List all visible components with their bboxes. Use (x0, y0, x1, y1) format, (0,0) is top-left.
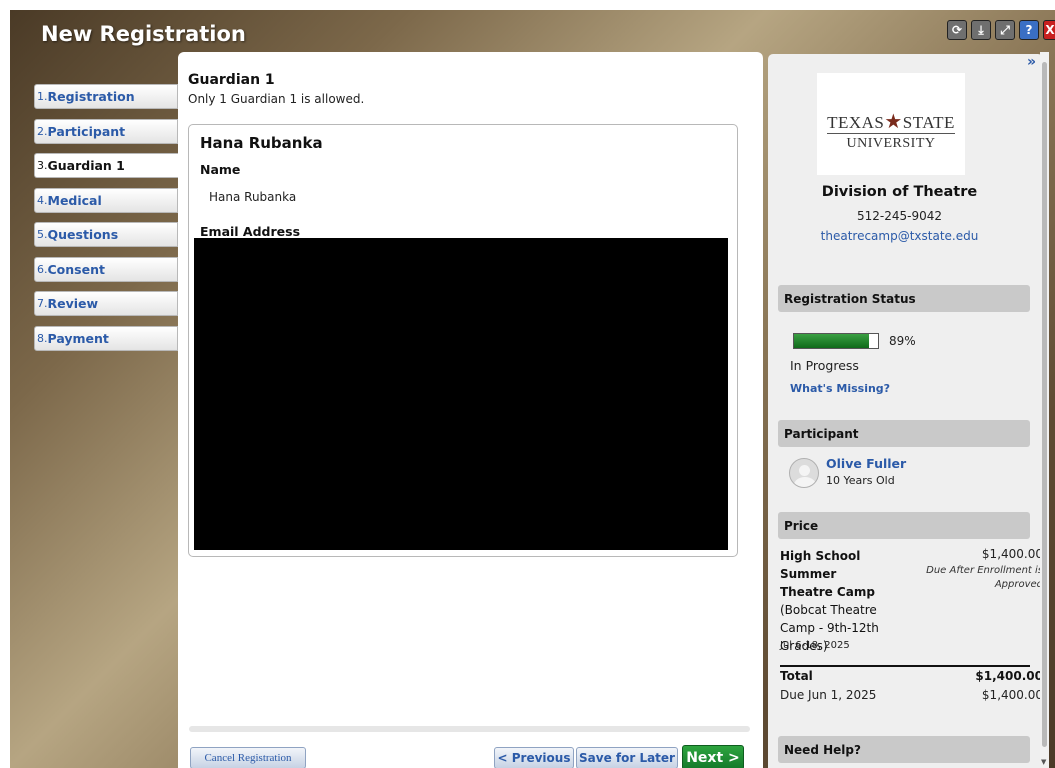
step-label: Questions (47, 227, 119, 242)
step-number: 3. (37, 159, 48, 172)
expand-icon[interactable]: ⤢ (995, 20, 1015, 40)
avatar (789, 458, 819, 488)
step-number: 8. (37, 331, 48, 345)
price-item-note: Due After Enrollment is Approved (926, 565, 1043, 590)
need-help-header: Need Help? (778, 736, 1030, 763)
step-label: Participant (47, 123, 126, 139)
window-title: New Registration (41, 22, 246, 46)
summary-sidebar: TEXAS★STATE UNIVERSITY Division of Theat… (768, 54, 1043, 768)
avatar-head (799, 465, 810, 476)
logo-text-right: STATE (902, 113, 955, 132)
university-logo: TEXAS★STATE UNIVERSITY (817, 73, 965, 175)
progress-bar (793, 333, 879, 349)
price-item-name: High School Summer Theatre Camp (Bobcat … (780, 547, 890, 655)
step-guardian-1[interactable]: 3. Guardian 1 (34, 153, 184, 178)
step-questions[interactable]: 5. Questions (34, 222, 178, 247)
refresh-icon[interactable]: ⟳ (947, 20, 967, 40)
step-number: 7. (37, 297, 48, 310)
department-name: Division of Theatre (821, 184, 978, 200)
step-payment[interactable]: 8. Payment (34, 325, 178, 351)
collapse-sidebar-icon[interactable]: » (1027, 54, 1036, 70)
step-label: Review (47, 296, 99, 311)
next-button[interactable]: Next > (682, 745, 744, 768)
scroll-down-icon[interactable]: ▼ (1041, 758, 1046, 766)
price-item-title: High School Summer Theatre Camp (780, 549, 875, 599)
step-label: Guardian 1 (47, 158, 125, 173)
footer-divider (189, 726, 750, 732)
previous-button[interactable]: < Previous (494, 747, 574, 768)
step-number: 1. (37, 90, 48, 103)
participant-header: Participant (778, 420, 1030, 447)
due-amount: $1,400.00 (981, 688, 1043, 702)
price-item-amount: $1,400.00 (981, 547, 1043, 561)
step-nav: 1. Registration 2. Participant 3. Guardi… (34, 84, 184, 360)
whats-missing-link[interactable]: What's Missing? (790, 382, 890, 395)
save-for-later-button[interactable]: Save for Later (576, 747, 678, 768)
price-item-dates: Jul 6-18, 2025 (780, 640, 850, 651)
name-value: Hana Rubanka (209, 190, 297, 204)
logo-text-left: TEXAS (827, 113, 885, 132)
step-number: 6. (37, 262, 48, 276)
name-label: Name (200, 162, 241, 177)
download-icon[interactable]: ⤓ (971, 20, 991, 40)
step-label: Consent (47, 261, 105, 277)
star-icon: ★ (884, 111, 903, 133)
participant-name-link[interactable]: Olive Fuller (826, 456, 906, 471)
cancel-registration-button[interactable]: Cancel Registration (190, 747, 306, 768)
department-phone: 512-245-9042 (856, 209, 942, 223)
step-participant[interactable]: 2. Participant (34, 118, 178, 144)
total-divider (780, 665, 1030, 667)
price-header: Price (778, 512, 1030, 539)
logo-rule (827, 133, 955, 134)
logo-subtext: UNIVERSITY (846, 136, 936, 151)
redacted-region (194, 238, 728, 550)
progress-fill (794, 334, 869, 348)
section-title: Guardian 1 (188, 72, 275, 88)
email-label: Email Address (200, 224, 301, 239)
sidebar-scrollbar[interactable]: ▼ (1040, 52, 1049, 768)
guardian-card: Hana Rubanka Name Hana Rubanka Email Add… (188, 124, 738, 557)
participant-age: 10 Years Old (826, 474, 895, 487)
step-number: 2. (37, 124, 48, 138)
department-email-link[interactable]: theatrecamp@txstate.edu (768, 229, 1031, 243)
avatar-body (794, 477, 816, 487)
total-label: Total (780, 669, 813, 683)
section-subtitle: Only 1 Guardian 1 is allowed. (188, 92, 365, 106)
main-panel: Guardian 1 Only 1 Guardian 1 is allowed.… (178, 52, 763, 768)
step-consent[interactable]: 6. Consent (34, 256, 178, 282)
step-medical[interactable]: 4. Medical (34, 187, 178, 213)
close-icon[interactable]: X (1043, 20, 1055, 40)
due-date-label: Due Jun 1, 2025 (780, 688, 877, 702)
status-text: In Progress (790, 358, 859, 373)
step-number: 4. (37, 193, 48, 207)
registration-status-header: Registration Status (778, 285, 1030, 312)
step-registration[interactable]: 1. Registration (34, 84, 178, 109)
step-label: Registration (47, 89, 135, 104)
logo-wordmark: TEXAS★STATE (817, 109, 965, 134)
total-amount: $1,400.00 (975, 669, 1043, 683)
window-controls: ⟳ ⤓ ⤢ ? X (947, 20, 1055, 40)
progress-percent: 89% (889, 334, 916, 348)
step-label: Payment (47, 330, 109, 346)
guardian-name-heading: Hana Rubanka (200, 134, 323, 152)
step-label: Medical (47, 192, 102, 208)
help-icon[interactable]: ? (1019, 20, 1039, 40)
step-number: 5. (37, 228, 48, 241)
registration-window: New Registration ⟳ ⤓ ⤢ ? X 1. Registrati… (10, 10, 1055, 768)
scroll-thumb[interactable] (1042, 62, 1047, 747)
step-review[interactable]: 7. Review (34, 291, 178, 316)
